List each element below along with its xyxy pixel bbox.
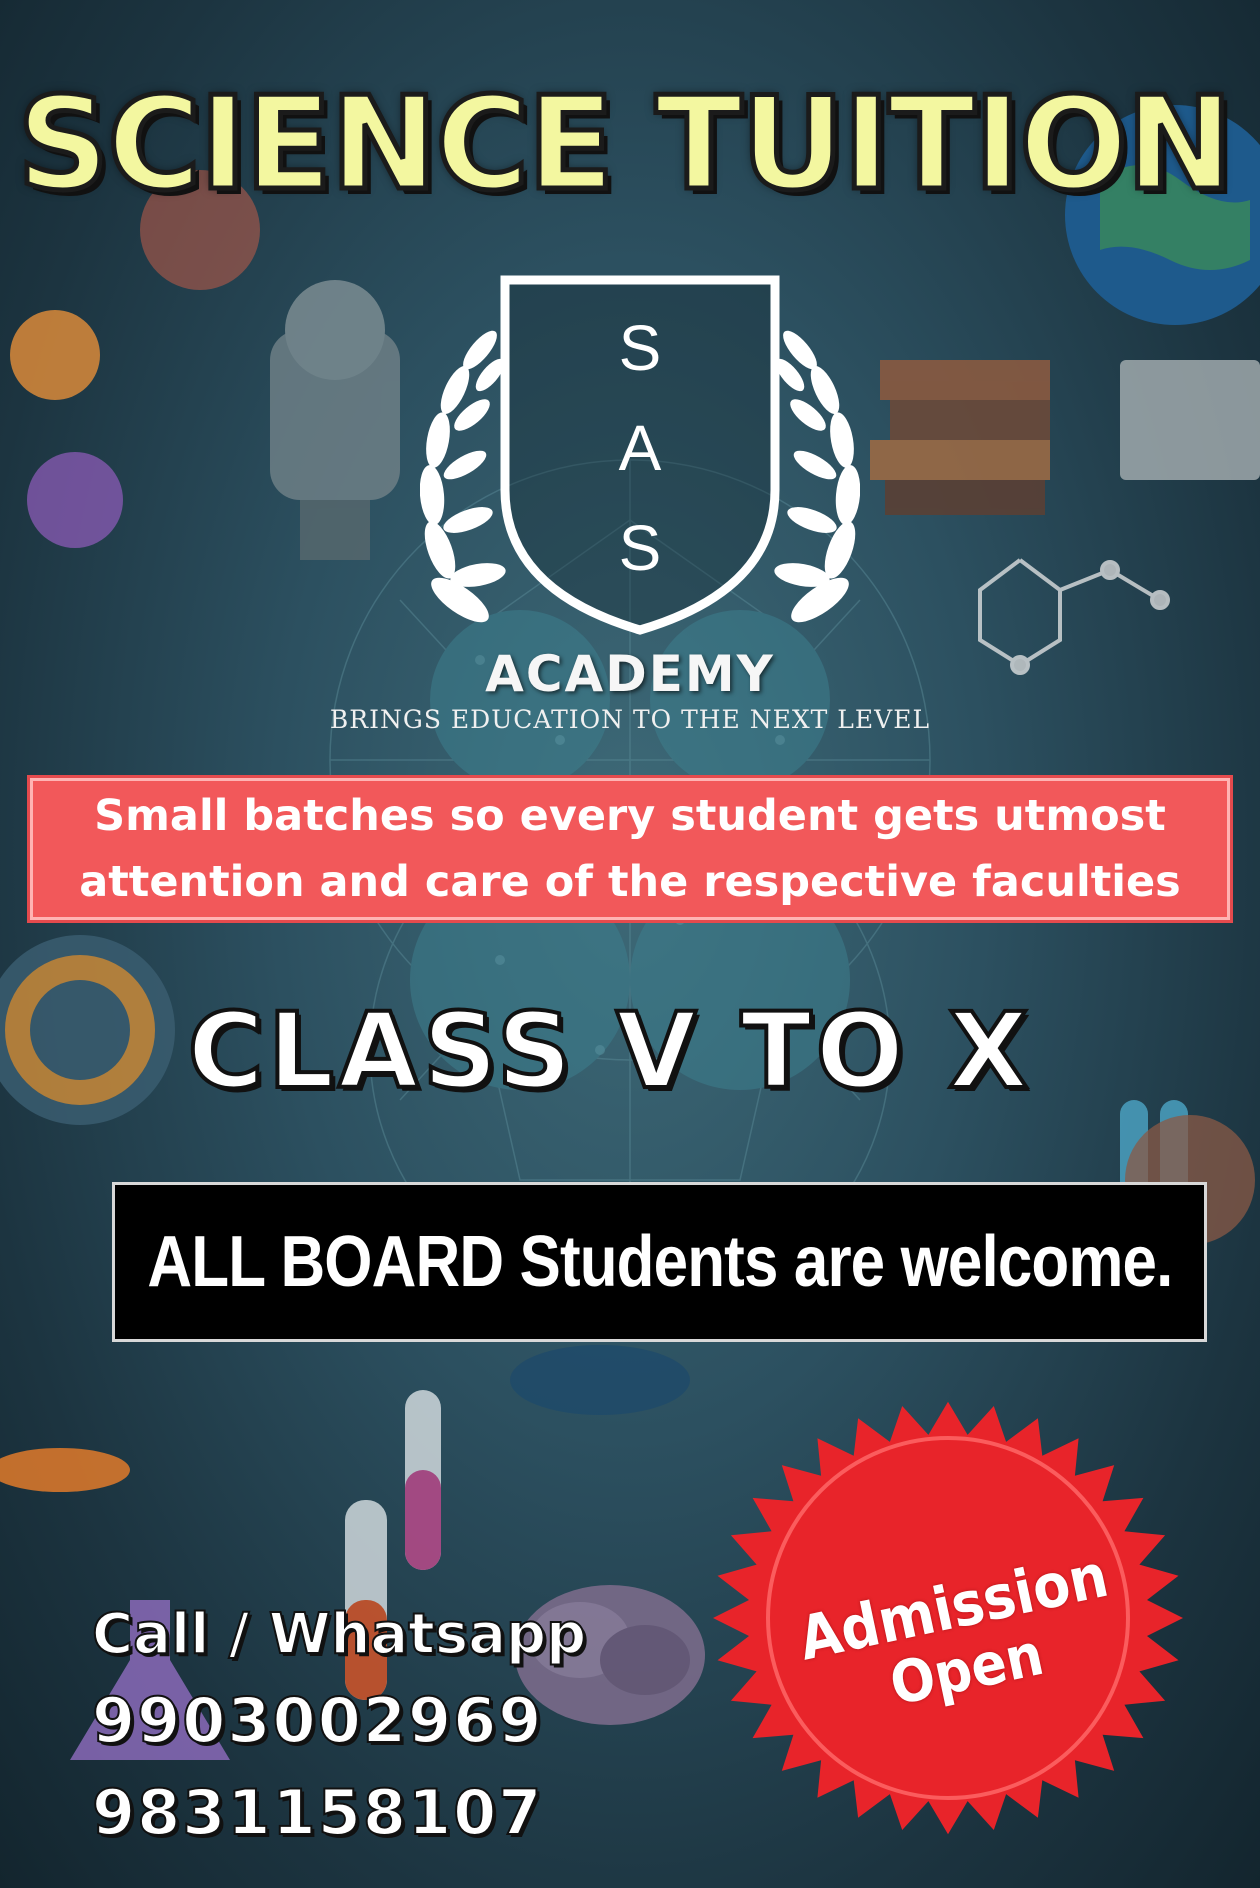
logo-letter: S [619,312,662,384]
small-batches-note: Small batches so every student gets utmo… [30,778,1230,920]
logo-letter: S [619,512,662,584]
lab-machine-icon [1120,360,1260,480]
class-range-heading: CLASS V TO X [186,988,1033,1114]
petri-dish-icon [510,1345,690,1415]
academy-tagline: BRINGS EDUCATION TO THE NEXT LEVEL [329,705,931,734]
microscope-icon [270,280,400,560]
logo-letter: A [619,412,662,484]
small-batches-text: Small batches so every student gets utmo… [79,791,1181,907]
page-title: SCIENCE TUITION [15,68,1236,222]
contact-info: Call / Whatsapp 9903002969 9831158107 [91,1595,712,1859]
phone-number: 9831158107 [91,1775,544,1850]
phone-number: 9903002969 [91,1683,544,1758]
sphere-icon [27,452,123,548]
board-notice-box: ALL BOARD Students are welcome. [112,1182,1207,1342]
book-stack-icon [870,360,1050,515]
board-notice-text: ALL BOARD Students are welcome. [146,1222,1173,1302]
academy-name: ACADEMY [485,645,775,703]
sphere-icon [10,310,100,400]
academy-logo: S A S [420,275,860,635]
contact-label: Call / Whatsapp [91,1601,587,1668]
